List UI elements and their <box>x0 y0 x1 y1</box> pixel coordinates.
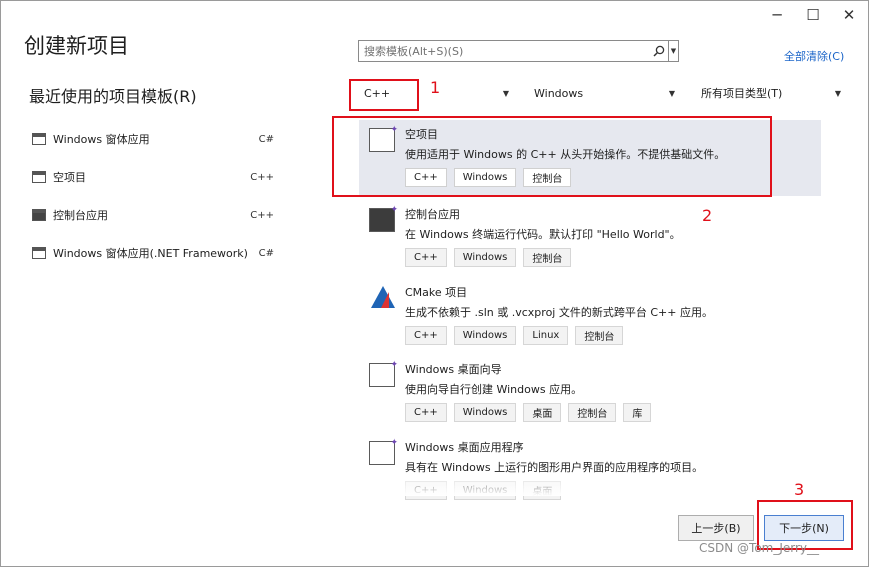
project-type-filter[interactable]: 所有项目类型(T) ▼ <box>701 82 841 104</box>
template-description: 具有在 Windows 上运行的图形用户界面的应用程序的项目。 <box>405 461 704 474</box>
search-box[interactable]: 搜索模板(Alt+S)(S) ▼ <box>358 40 679 62</box>
template-cmake-project[interactable]: CMake 项目 生成不依赖于 .sln 或 .vcxproj 文件的新式跨平台… <box>359 278 821 354</box>
template-tag: 桌面 <box>523 403 562 422</box>
template-desktop-app[interactable]: ✦ Windows 桌面应用程序 具有在 Windows 上运行的图形用户界面的… <box>359 433 821 509</box>
template-description: 在 Windows 终端运行代码。默认打印 "Hello World"。 <box>405 228 681 241</box>
search-icon[interactable] <box>650 41 668 61</box>
page-title: 创建新项目 <box>24 34 129 58</box>
recent-item-console-app[interactable]: 控制台应用 C++ <box>32 206 277 224</box>
empty-project-icon <box>32 171 46 183</box>
template-tag: Linux <box>523 326 569 345</box>
template-tag: C++ <box>405 326 447 345</box>
recent-item-label: Windows 窗体应用(.NET Framework) <box>53 247 248 260</box>
annotation-number-3: 3 <box>794 480 805 499</box>
recent-item-windows-forms[interactable]: Windows 窗体应用 C# <box>32 130 277 148</box>
template-tag: C++ <box>405 403 447 422</box>
console-app-icon: ✦ <box>369 205 398 232</box>
template-tag: 库 <box>623 403 652 422</box>
template-description: 生成不依赖于 .sln 或 .vcxproj 文件的新式跨平台 C++ 应用。 <box>405 306 713 319</box>
minimize-icon: ─ <box>772 6 782 24</box>
template-name: 控制台应用 <box>405 208 460 221</box>
console-app-icon <box>32 209 46 221</box>
template-console-app[interactable]: ✦ 控制台应用 在 Windows 终端运行代码。默认打印 "Hello Wor… <box>359 200 821 276</box>
template-name: CMake 项目 <box>405 286 468 299</box>
template-list-scrollbar[interactable] <box>822 118 832 498</box>
back-button[interactable]: 上一步(B) <box>678 515 754 541</box>
annotation-box-empty-project <box>332 116 772 197</box>
annotation-number-1: 1 <box>430 78 441 97</box>
search-dropdown-icon[interactable]: ▼ <box>668 41 678 61</box>
maximize-icon: ☐ <box>806 6 820 24</box>
platform-filter[interactable]: Windows ▼ <box>534 82 675 104</box>
recent-templates-title: 最近使用的项目模板(R) <box>29 87 197 106</box>
recent-item-label: 控制台应用 <box>53 209 108 222</box>
template-tag: 控制台 <box>568 403 617 422</box>
template-name: Windows 桌面应用程序 <box>405 441 524 454</box>
windows-forms-icon <box>32 247 46 259</box>
windows-forms-icon <box>32 133 46 145</box>
template-tag: C++ <box>405 248 447 267</box>
maximize-button[interactable]: ☐ <box>796 4 830 26</box>
recent-item-empty-project[interactable]: 空项目 C++ <box>32 168 277 186</box>
template-description: 使用向导自行创建 Windows 应用。 <box>405 383 583 396</box>
close-button[interactable]: ✕ <box>832 4 866 26</box>
template-tag: 控制台 <box>575 326 624 345</box>
recent-item-lang: C++ <box>250 209 274 221</box>
platform-filter-value: Windows <box>534 86 584 100</box>
recent-item-lang: C# <box>258 247 274 259</box>
template-desktop-wizard[interactable]: ✦ Windows 桌面向导 使用向导自行创建 Windows 应用。 C++ … <box>359 355 821 431</box>
template-tag: 控制台 <box>523 248 572 267</box>
annotation-number-2: 2 <box>702 206 713 225</box>
clear-all-link[interactable]: 全部清除(C) <box>784 48 844 64</box>
annotation-box-language <box>349 79 419 111</box>
next-button[interactable]: 下一步(N) <box>764 515 844 541</box>
template-tag: Windows <box>453 403 517 422</box>
project-type-filter-value: 所有项目类型(T) <box>701 87 783 100</box>
recent-item-windows-forms-netfx[interactable]: Windows 窗体应用(.NET Framework) C# <box>32 244 277 262</box>
chevron-down-icon: ▼ <box>502 88 509 98</box>
recent-item-lang: C# <box>258 133 274 145</box>
minimize-button[interactable]: ─ <box>760 4 794 26</box>
watermark: CSDN @Tom_Jerry__ <box>699 541 820 555</box>
list-fade <box>359 476 839 496</box>
template-tag: Windows <box>453 248 517 267</box>
close-icon: ✕ <box>842 6 856 24</box>
desktop-app-icon: ✦ <box>369 438 398 465</box>
template-tag: Windows <box>453 326 517 345</box>
chevron-down-icon: ▼ <box>834 88 841 98</box>
chevron-down-icon: ▼ <box>668 88 675 98</box>
recent-item-label: 空项目 <box>53 171 86 184</box>
recent-item-lang: C++ <box>250 171 274 183</box>
template-name: Windows 桌面向导 <box>405 363 502 376</box>
search-input[interactable]: 搜索模板(Alt+S)(S) <box>359 43 650 59</box>
cmake-icon <box>371 286 395 308</box>
recent-item-label: Windows 窗体应用 <box>53 133 150 146</box>
desktop-wizard-icon: ✦ <box>369 360 398 387</box>
